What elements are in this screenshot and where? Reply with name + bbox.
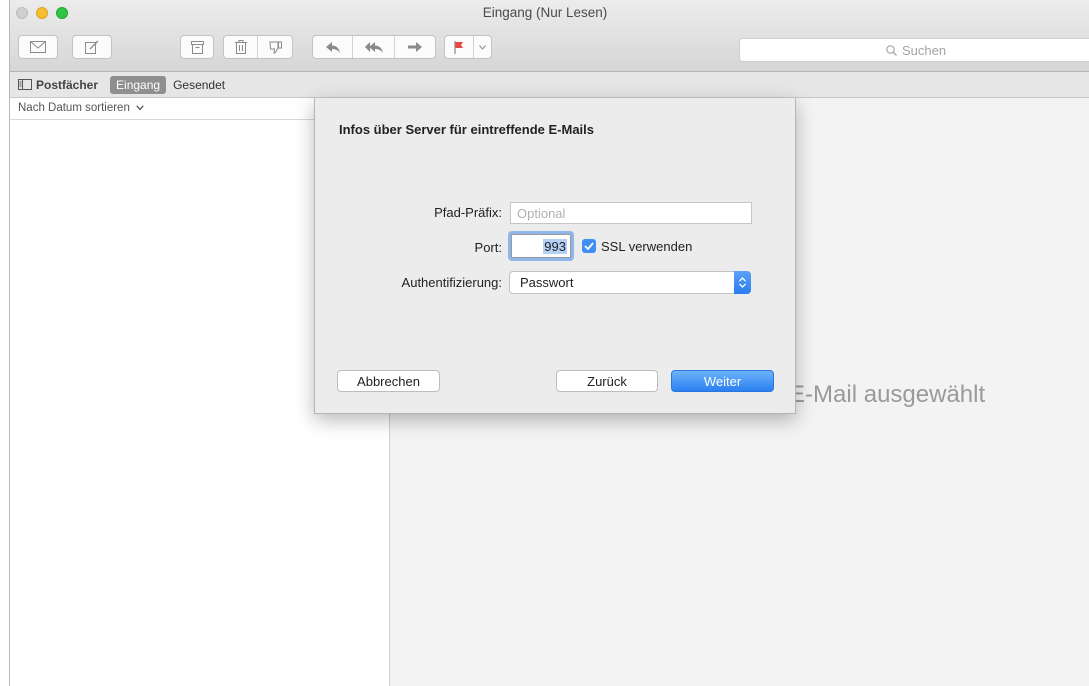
search-placeholder: Suchen	[901, 42, 947, 58]
flag-icon	[454, 40, 463, 54]
sort-label: Nach Datum sortieren	[18, 102, 130, 114]
forward-icon	[407, 42, 422, 52]
path-prefix-input[interactable]	[510, 202, 752, 224]
favorites-bar: Postfächer Eingang Gesendet	[10, 72, 1089, 98]
checkmark-icon	[584, 242, 594, 250]
cancel-button[interactable]: Abbrechen	[337, 370, 440, 392]
thumbs-down-icon	[268, 41, 282, 53]
flag-button[interactable]	[445, 36, 474, 58]
trash-icon	[234, 40, 247, 54]
favorite-inbox[interactable]: Eingang	[110, 75, 167, 94]
archive-button[interactable]	[180, 35, 214, 59]
reply-all-button[interactable]	[353, 36, 395, 58]
favorite-sent-label: Gesendet	[173, 77, 226, 92]
mail-window: Eingang (Nur Lesen) Suchen Postfächer Ei…	[9, 0, 1089, 686]
path-prefix-label: Pfad-Präfix:	[434, 205, 502, 220]
reply-all-icon	[364, 41, 383, 53]
auth-popup[interactable]: Passwort	[509, 271, 751, 294]
reply-icon	[325, 41, 340, 53]
flag-menu-button[interactable]	[474, 36, 491, 58]
archive-icon	[190, 40, 204, 54]
chevron-down-icon	[136, 105, 144, 111]
magnifier-icon	[886, 44, 897, 56]
auth-label: Authentifizierung:	[401, 275, 502, 290]
updown-arrows-icon	[734, 271, 751, 294]
compose-icon	[85, 40, 99, 54]
compose-button[interactable]	[72, 35, 112, 59]
port-value: 993	[543, 238, 567, 254]
forward-button[interactable]	[395, 36, 435, 58]
toolbar: Eingang (Nur Lesen) Suchen	[10, 0, 1089, 72]
continue-button[interactable]: Weiter	[671, 370, 774, 392]
mailboxes-toggle-button[interactable]: Postfächer	[18, 76, 98, 94]
envelope-icon	[30, 41, 46, 53]
port-input[interactable]: 993	[511, 234, 571, 258]
ssl-checkbox[interactable]	[582, 239, 596, 253]
search-field[interactable]: Suchen	[739, 38, 1089, 62]
port-label: Port:	[474, 240, 502, 255]
back-button[interactable]: Zurück	[556, 370, 658, 392]
sidebar-icon	[18, 79, 32, 90]
window-title: Eingang (Nur Lesen)	[482, 5, 608, 20]
mailboxes-label: Postfächer	[36, 77, 99, 92]
favorite-inbox-label: Eingang	[116, 77, 161, 92]
favorite-sent[interactable]: Gesendet	[173, 76, 225, 94]
junk-button[interactable]	[258, 36, 292, 58]
flag-group	[444, 35, 492, 59]
port-focus-ring: 993	[508, 231, 574, 261]
chevron-down-icon	[478, 44, 486, 50]
reply-group	[312, 35, 436, 59]
delete-button[interactable]	[224, 36, 259, 58]
reply-button[interactable]	[313, 36, 354, 58]
get-mail-button[interactable]	[18, 35, 58, 59]
incoming-server-sheet: Infos über Server für eintreffende E-Mai…	[314, 98, 796, 414]
sheet-title: Infos über Server für eintreffende E-Mai…	[339, 122, 595, 137]
auth-value: Passwort	[520, 275, 574, 290]
delete-junk-group	[223, 35, 293, 59]
ssl-label: SSL verwenden	[601, 239, 693, 254]
